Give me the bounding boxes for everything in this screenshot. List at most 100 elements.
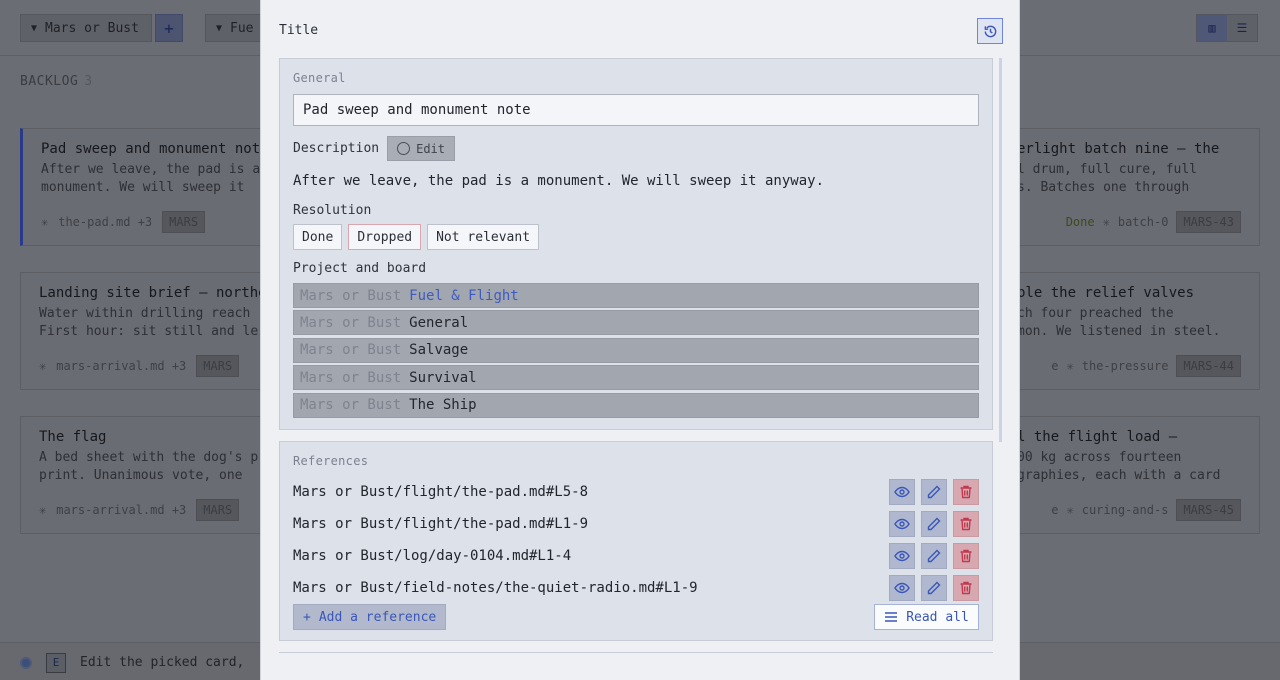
card-title: ble the relief valves	[1017, 285, 1195, 301]
pencil-icon	[927, 549, 941, 563]
board-view-icon[interactable]: ▥	[1197, 15, 1227, 41]
card-file: curing-and-s	[1081, 503, 1169, 517]
reference-path[interactable]: Mars or Bust/field-notes/the-quiet-radio…	[293, 580, 698, 596]
file-icon: ✳	[1066, 359, 1074, 373]
status-dot-icon	[20, 656, 32, 669]
file-icon: ✳	[1066, 503, 1074, 517]
file-icon: ✳	[1102, 215, 1110, 229]
file-icon: ✳	[39, 503, 47, 517]
read-all-button[interactable]: Read all	[874, 604, 979, 630]
card-landing-site[interactable]: Landing site brief — northe Water within…	[20, 272, 270, 390]
board-option-name: Survival	[409, 369, 477, 386]
card-tag: MARS-43	[1176, 211, 1241, 233]
edit-reference-button[interactable]	[921, 479, 947, 505]
card-the-flag[interactable]: The flag A bed sheet with the dog's p pr…	[20, 416, 270, 534]
reference-actions	[889, 479, 979, 505]
scrollbar[interactable]	[999, 58, 1002, 442]
chevron-down-icon: ▼	[31, 22, 38, 34]
reference-list: Mars or Bust/flight/the-pad.md#L5-8 Mars…	[293, 476, 979, 604]
reference-path[interactable]: Mars or Bust/flight/the-pad.md#L5-8	[293, 484, 588, 500]
board-option-name: The Ship	[409, 397, 477, 414]
card-pad-sweep[interactable]: Pad sweep and monument note After we lea…	[20, 128, 270, 246]
view-toggle: ▥ ☰	[1196, 14, 1258, 42]
card-tag: MARS-45	[1176, 499, 1241, 521]
resolution-label: Resolution	[293, 203, 372, 218]
list-view-icon[interactable]: ☰	[1227, 15, 1257, 41]
card-desc: Water within drilling reach	[39, 306, 251, 321]
card-title: Landing site brief — northe	[39, 285, 267, 301]
card-title: Pad sweep and monument note	[41, 141, 269, 157]
trash-icon	[960, 485, 972, 499]
resolution-done-button[interactable]: Done	[293, 224, 343, 250]
edit-description-button[interactable]: Edit	[387, 136, 455, 161]
card-tag: MARS	[196, 355, 240, 377]
reference-row: Mars or Bust/flight/the-pad.md#L5-8	[293, 476, 979, 508]
card-relief-valves[interactable]: ble the relief valves ch four preached t…	[1004, 272, 1260, 390]
view-reference-button[interactable]	[889, 575, 915, 601]
edit-reference-button[interactable]	[921, 543, 947, 569]
board-option-name: Fuel & Flight	[409, 287, 519, 304]
delete-reference-button[interactable]	[953, 511, 979, 537]
board-option-salvage[interactable]: Mars or Bust Salvage	[293, 337, 979, 363]
reference-actions	[889, 511, 979, 537]
view-reference-button[interactable]	[889, 479, 915, 505]
history-button[interactable]	[977, 18, 1003, 44]
card-desc: l drum, full cure, full	[1017, 162, 1198, 177]
project-select[interactable]: ▼ Mars or Bust	[20, 14, 152, 42]
card-meta: ✳ mars-arrival.md +3 MARS	[39, 355, 251, 377]
general-section: General Pad sweep and monument note Desc…	[279, 58, 993, 430]
resolution-dropped-button[interactable]: Dropped	[348, 224, 422, 250]
edit-label: Edit	[416, 141, 445, 156]
description-text: After we leave, the pad is a monument. W…	[293, 173, 825, 189]
description-label: Description	[293, 141, 380, 156]
board-option-survival[interactable]: Mars or Bust Survival	[293, 365, 979, 391]
reference-actions	[889, 575, 979, 601]
history-icon	[984, 25, 996, 37]
board-option-project: Mars or Bust	[300, 314, 402, 331]
reference-row: Mars or Bust/log/day-0104.md#L1-4	[293, 540, 979, 572]
card-edit-modal: Title General Pad sweep and monument not…	[260, 0, 1020, 680]
card-meta: ✳ the-pad.md +3 MARS	[41, 211, 251, 233]
reference-row: Mars or Bust/field-notes/the-quiet-radio…	[293, 572, 979, 604]
view-reference-button[interactable]	[889, 543, 915, 569]
board-option-project: Mars or Bust	[300, 287, 402, 304]
general-section-label: General	[293, 71, 346, 85]
title-input[interactable]: Pad sweep and monument note	[293, 94, 979, 126]
card-flight-load[interactable]: l the flight load — 00 kg across fourtee…	[1004, 416, 1260, 534]
card-batch-nine[interactable]: erlight batch nine — the l drum, full cu…	[1004, 128, 1260, 246]
circle-icon	[397, 142, 411, 155]
edit-reference-button[interactable]	[921, 575, 947, 601]
reference-path[interactable]: Mars or Bust/flight/the-pad.md#L1-9	[293, 516, 588, 532]
card-desc: mon. We listened in steel.	[1017, 324, 1221, 339]
reference-path[interactable]: Mars or Bust/log/day-0104.md#L1-4	[293, 548, 571, 564]
edit-reference-button[interactable]	[921, 511, 947, 537]
file-icon: ✳	[41, 215, 49, 229]
shortcut-hint: Edit the picked card,	[80, 655, 245, 670]
board-option-project: Mars or Bust	[300, 369, 402, 386]
add-symbol: +	[164, 18, 174, 38]
view-reference-button[interactable]	[889, 511, 915, 537]
board-option-general[interactable]: Mars or Bust General	[293, 310, 979, 336]
add-reference-button[interactable]: + Add a reference	[293, 604, 447, 630]
trash-icon	[960, 549, 972, 563]
card-desc: print. Unanimous vote, one	[39, 468, 243, 483]
board-option-fuel-flight[interactable]: Mars or Bust Fuel & Flight	[293, 283, 979, 308]
card-title: The flag	[39, 429, 107, 445]
card-meta: e ✳ the-pressure MARS-44	[1017, 355, 1241, 377]
card-desc: monument. We will sweep it	[41, 180, 245, 195]
board-select[interactable]: ▼ Fue	[205, 14, 265, 42]
resolution-not-relevant-button[interactable]: Not relevant	[427, 224, 540, 250]
card-tag: MARS	[162, 211, 206, 233]
eye-icon	[894, 486, 910, 498]
board-option-the-ship[interactable]: Mars or Bust The Ship	[293, 392, 979, 418]
card-status: e	[1051, 503, 1059, 517]
references-section-label: References	[293, 454, 369, 468]
reference-row: Mars or Bust/flight/the-pad.md#L1-9	[293, 508, 979, 540]
delete-reference-button[interactable]	[953, 543, 979, 569]
add-project-button[interactable]: +	[155, 14, 183, 42]
delete-reference-button[interactable]	[953, 479, 979, 505]
board-option-name: General	[409, 314, 469, 331]
card-title: l the flight load —	[1017, 429, 1178, 445]
delete-reference-button[interactable]	[953, 575, 979, 601]
plus-icon: +	[303, 609, 311, 625]
